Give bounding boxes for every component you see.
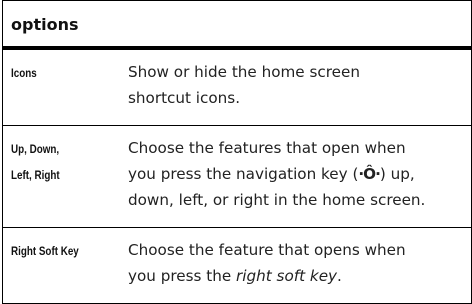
table-row-right-soft-key: Right Soft Key Choose the feature that o… [3, 227, 471, 303]
desc-text: you press the [128, 267, 237, 285]
term-line: Icons [11, 66, 37, 80]
term-line: Right Soft Key [11, 244, 79, 258]
table-row-icons: Icons Show or hide the home screen short… [3, 50, 471, 125]
desc-text: . [337, 267, 342, 285]
term-right-soft-key: Right Soft Key [11, 238, 98, 264]
desc-text: ) up, [379, 165, 415, 183]
desc-line: shortcut icons. [128, 89, 241, 107]
desc-icons: Show or hide the home screen shortcut ic… [128, 59, 460, 111]
term-navigation: Up, Down, Left, Right [11, 136, 98, 188]
table-header: options [3, 0, 471, 50]
desc-line: Choose the feature that opens when [128, 241, 406, 259]
desc-line: down, left, or right in the home screen. [128, 191, 426, 209]
desc-text: you press the navigation key ( [128, 165, 359, 183]
navigation-key-icon: ·Ô· [358, 165, 380, 183]
desc-line: Show or hide the home screen [128, 63, 360, 81]
term-icons: Icons [11, 60, 98, 86]
right-soft-key-term: right soft key [236, 267, 338, 285]
desc-navigation: Choose the features that open when you p… [128, 135, 460, 213]
term-line: Left, Right [11, 168, 60, 182]
options-table: options Icons Show or hide the home scre… [2, 0, 472, 304]
header-title: options [11, 15, 79, 34]
desc-line: Choose the features that open when [128, 139, 406, 157]
desc-line: you press the right soft key. [128, 263, 460, 289]
table-row-navigation: Up, Down, Left, Right Choose the feature… [3, 125, 471, 227]
term-line: Up, Down, [11, 142, 60, 156]
desc-line: you press the navigation key (·Ô·) up, [128, 161, 460, 187]
desc-right-soft-key: Choose the feature that opens when you p… [128, 237, 460, 289]
